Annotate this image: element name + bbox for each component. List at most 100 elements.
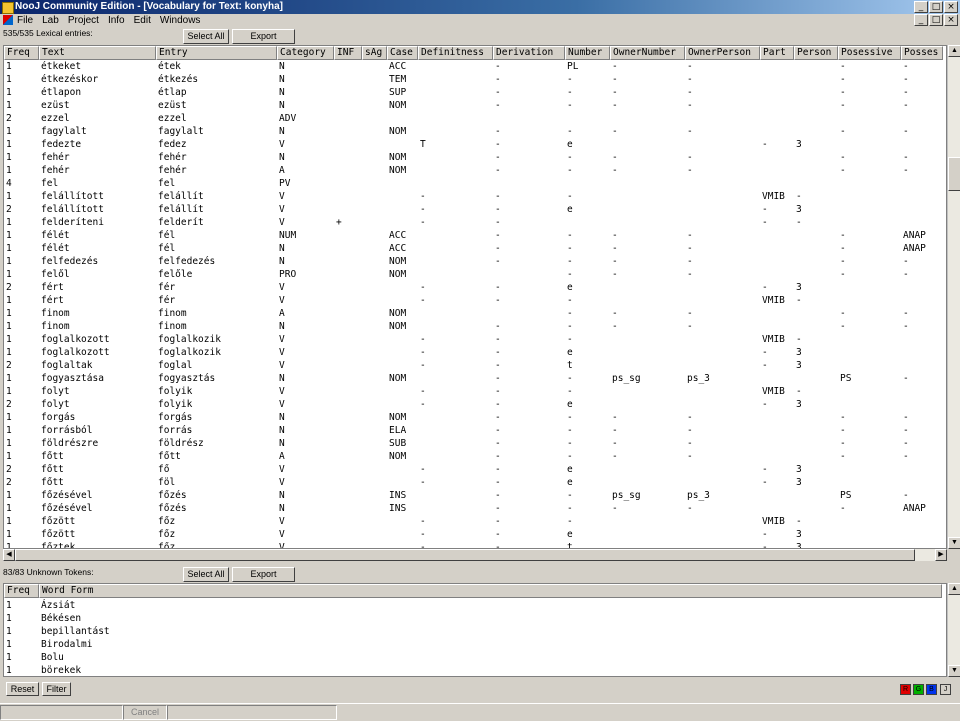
list-item[interactable]: 1 börekek: [4, 664, 942, 676]
close-icon[interactable]: ×: [944, 1, 958, 13]
select-all-unknown-button[interactable]: Select All: [183, 567, 229, 582]
table-row[interactable]: 1 főtt főtt A NOM - - - - - -: [4, 450, 943, 463]
menu-windows[interactable]: Windows: [160, 14, 201, 27]
menu-file[interactable]: File: [17, 14, 33, 27]
table-row[interactable]: 2 főtt föl V - - e - 3: [4, 476, 943, 489]
list-item[interactable]: 1 Bolu: [4, 651, 942, 664]
table-row[interactable]: 1 étlapon étlap N SUP - - - - - -: [4, 86, 943, 99]
table-row[interactable]: 1 felderíteni felderít V + - - - -: [4, 216, 943, 229]
select-all-lexical-button[interactable]: Select All: [183, 29, 229, 44]
table-row[interactable]: 2 főtt fő V - - e - 3: [4, 463, 943, 476]
unknown-vertical-scrollbar[interactable]: ▲ ▼: [947, 583, 960, 677]
list-item[interactable]: 1 Birodalmi: [4, 638, 942, 651]
table-row[interactable]: 1 főzött főz V - - - VMIB -: [4, 515, 943, 528]
table-row[interactable]: 1 főzött főz V - - e - 3: [4, 528, 943, 541]
table-row[interactable]: 2 folyt folyik V - - e - 3: [4, 398, 943, 411]
cancel-button[interactable]: Cancel: [123, 705, 167, 720]
scroll-up-icon[interactable]: ▲: [948, 45, 960, 57]
column-header-sag[interactable]: sAg: [362, 46, 387, 60]
color-box-red[interactable]: R: [900, 684, 911, 695]
column-header-category[interactable]: Category: [277, 46, 334, 60]
column-header-freq[interactable]: Freq: [4, 46, 39, 60]
table-row[interactable]: 4 fel fel PV: [4, 177, 943, 190]
table-row[interactable]: 1 folyt folyik V - - - VMIB -: [4, 385, 943, 398]
list-item[interactable]: 1 bepillantást: [4, 625, 942, 638]
table-row[interactable]: 1 főztek főz V - - t - 3: [4, 541, 943, 548]
maximize-icon[interactable]: □: [929, 1, 943, 13]
unknown-scroll-up-icon[interactable]: ▲: [948, 583, 960, 595]
table-row[interactable]: 2 foglaltak foglal V - - t - 3: [4, 359, 943, 372]
table-row[interactable]: 1 fehér fehér N NOM - - - - - -: [4, 151, 943, 164]
column-header-ownerperson[interactable]: OwnerPerson: [685, 46, 760, 60]
table-row[interactable]: 2 felállított felállít V - - e - 3: [4, 203, 943, 216]
table-row[interactable]: 1 felfedezés felfedezés N NOM - - - - - -: [4, 255, 943, 268]
cell-posessive: [838, 190, 901, 203]
color-box-blue[interactable]: B: [926, 684, 937, 695]
table-row[interactable]: 1 felől felőle PRO NOM - - - - -: [4, 268, 943, 281]
doc-minimize-icon[interactable]: _: [914, 14, 928, 26]
column-header-entry[interactable]: Entry: [156, 46, 277, 60]
column-header-number[interactable]: Number: [565, 46, 610, 60]
export-unknown-button[interactable]: Export Unknow: [232, 567, 295, 592]
column-header-person[interactable]: Person: [794, 46, 838, 60]
table-row[interactable]: 1 fogyasztása fogyasztás N NOM - - ps_sg ps_3 PS -: [4, 372, 943, 385]
column-header-part[interactable]: Part: [760, 46, 794, 60]
scrollbar-thumb[interactable]: [948, 157, 960, 191]
table-row[interactable]: 1 forgás forgás N NOM - - - - - -: [4, 411, 943, 424]
lexical-horizontal-scrollbar[interactable]: ◀ ▶: [3, 549, 947, 561]
scroll-left-icon[interactable]: ◀: [3, 549, 15, 561]
lexical-vertical-scrollbar[interactable]: ▲ ▼: [947, 45, 960, 549]
column-header-ownernumber[interactable]: OwnerNumber: [610, 46, 685, 60]
table-row[interactable]: 1 foglalkozott foglalkozik V - - - VMIB -: [4, 333, 943, 346]
table-row[interactable]: 1 fért fér V - - - VMIB -: [4, 294, 943, 307]
column-header-definitness[interactable]: Definitness: [418, 46, 493, 60]
reset-button[interactable]: Reset: [6, 682, 39, 696]
table-row[interactable]: 1 fagylalt fagylalt N NOM - - - - - -: [4, 125, 943, 138]
document-icon[interactable]: [3, 15, 13, 25]
cell-sag: [362, 294, 387, 307]
table-row[interactable]: 1 étkezéskor étkezés N TEM - - - - - -: [4, 73, 943, 86]
table-row[interactable]: 1 forrásból forrás N ELA - - - - - -: [4, 424, 943, 437]
table-row[interactable]: 1 finom finom N NOM - - - - - -: [4, 320, 943, 333]
table-row[interactable]: 1 főzésével főzés N INS - - - - - ANAP: [4, 502, 943, 515]
unknown-scroll-down-icon[interactable]: ▼: [948, 665, 960, 677]
table-row[interactable]: 1 fedezte fedez V T - e - 3: [4, 138, 943, 151]
scroll-down-icon[interactable]: ▼: [948, 537, 960, 549]
column-header-text[interactable]: Text: [39, 46, 156, 60]
menu-info[interactable]: Info: [108, 14, 125, 27]
doc-restore-icon[interactable]: □: [929, 14, 943, 26]
table-row[interactable]: 1 fehér fehér A NOM - - - - - -: [4, 164, 943, 177]
color-box-j[interactable]: J: [940, 684, 951, 695]
table-row[interactable]: 1 félét fél NUM ACC - - - - - ANAP: [4, 229, 943, 242]
table-row[interactable]: 1 félét fél N ACC - - - - - ANAP: [4, 242, 943, 255]
column-header-case[interactable]: Case: [387, 46, 418, 60]
doc-close-icon[interactable]: ×: [944, 14, 958, 26]
column-header-inf[interactable]: INF: [334, 46, 362, 60]
column-header-derivation[interactable]: Derivation: [493, 46, 565, 60]
column-header-word-form[interactable]: Word Form: [39, 584, 942, 598]
list-item[interactable]: 1 Ázsiát: [4, 599, 942, 612]
cell-number: e: [567, 477, 573, 488]
filter-button[interactable]: Filter: [42, 682, 71, 696]
table-row[interactable]: 1 főzésével főzés N INS - - ps_sg ps_3 PS -: [4, 489, 943, 502]
horizontal-scrollbar-thumb[interactable]: [15, 549, 915, 561]
export-lexemes-button[interactable]: Export lexemes: [232, 29, 295, 54]
table-row[interactable]: 1 ezüst ezüst N NOM - - - - - -: [4, 99, 943, 112]
scroll-right-icon[interactable]: ▶: [935, 549, 947, 561]
table-row[interactable]: 1 finom finom A NOM - - - - -: [4, 307, 943, 320]
table-row[interactable]: 1 földrészre földrész N SUB - - - - - -: [4, 437, 943, 450]
list-item[interactable]: 1 Békésen: [4, 612, 942, 625]
table-row[interactable]: 1 felállított felállít V - - - VMIB -: [4, 190, 943, 203]
minimize-icon[interactable]: _: [914, 1, 928, 13]
menu-project[interactable]: Project: [68, 14, 99, 27]
color-box-green[interactable]: G: [913, 684, 924, 695]
table-row[interactable]: 1 foglalkozott foglalkozik V - - e - 3: [4, 346, 943, 359]
column-header-posses[interactable]: Posses: [901, 46, 943, 60]
menu-edit[interactable]: Edit: [134, 14, 151, 27]
table-row[interactable]: 1 étkeket étek N ACC - PL - - - -: [4, 60, 943, 73]
column-header-freq[interactable]: Freq: [4, 584, 39, 598]
table-row[interactable]: 2 fért fér V - - e - 3: [4, 281, 943, 294]
menu-lab[interactable]: Lab: [42, 14, 59, 27]
column-header-posessive[interactable]: Posessive: [838, 46, 901, 60]
table-row[interactable]: 2 ezzel ezzel ADV: [4, 112, 943, 125]
